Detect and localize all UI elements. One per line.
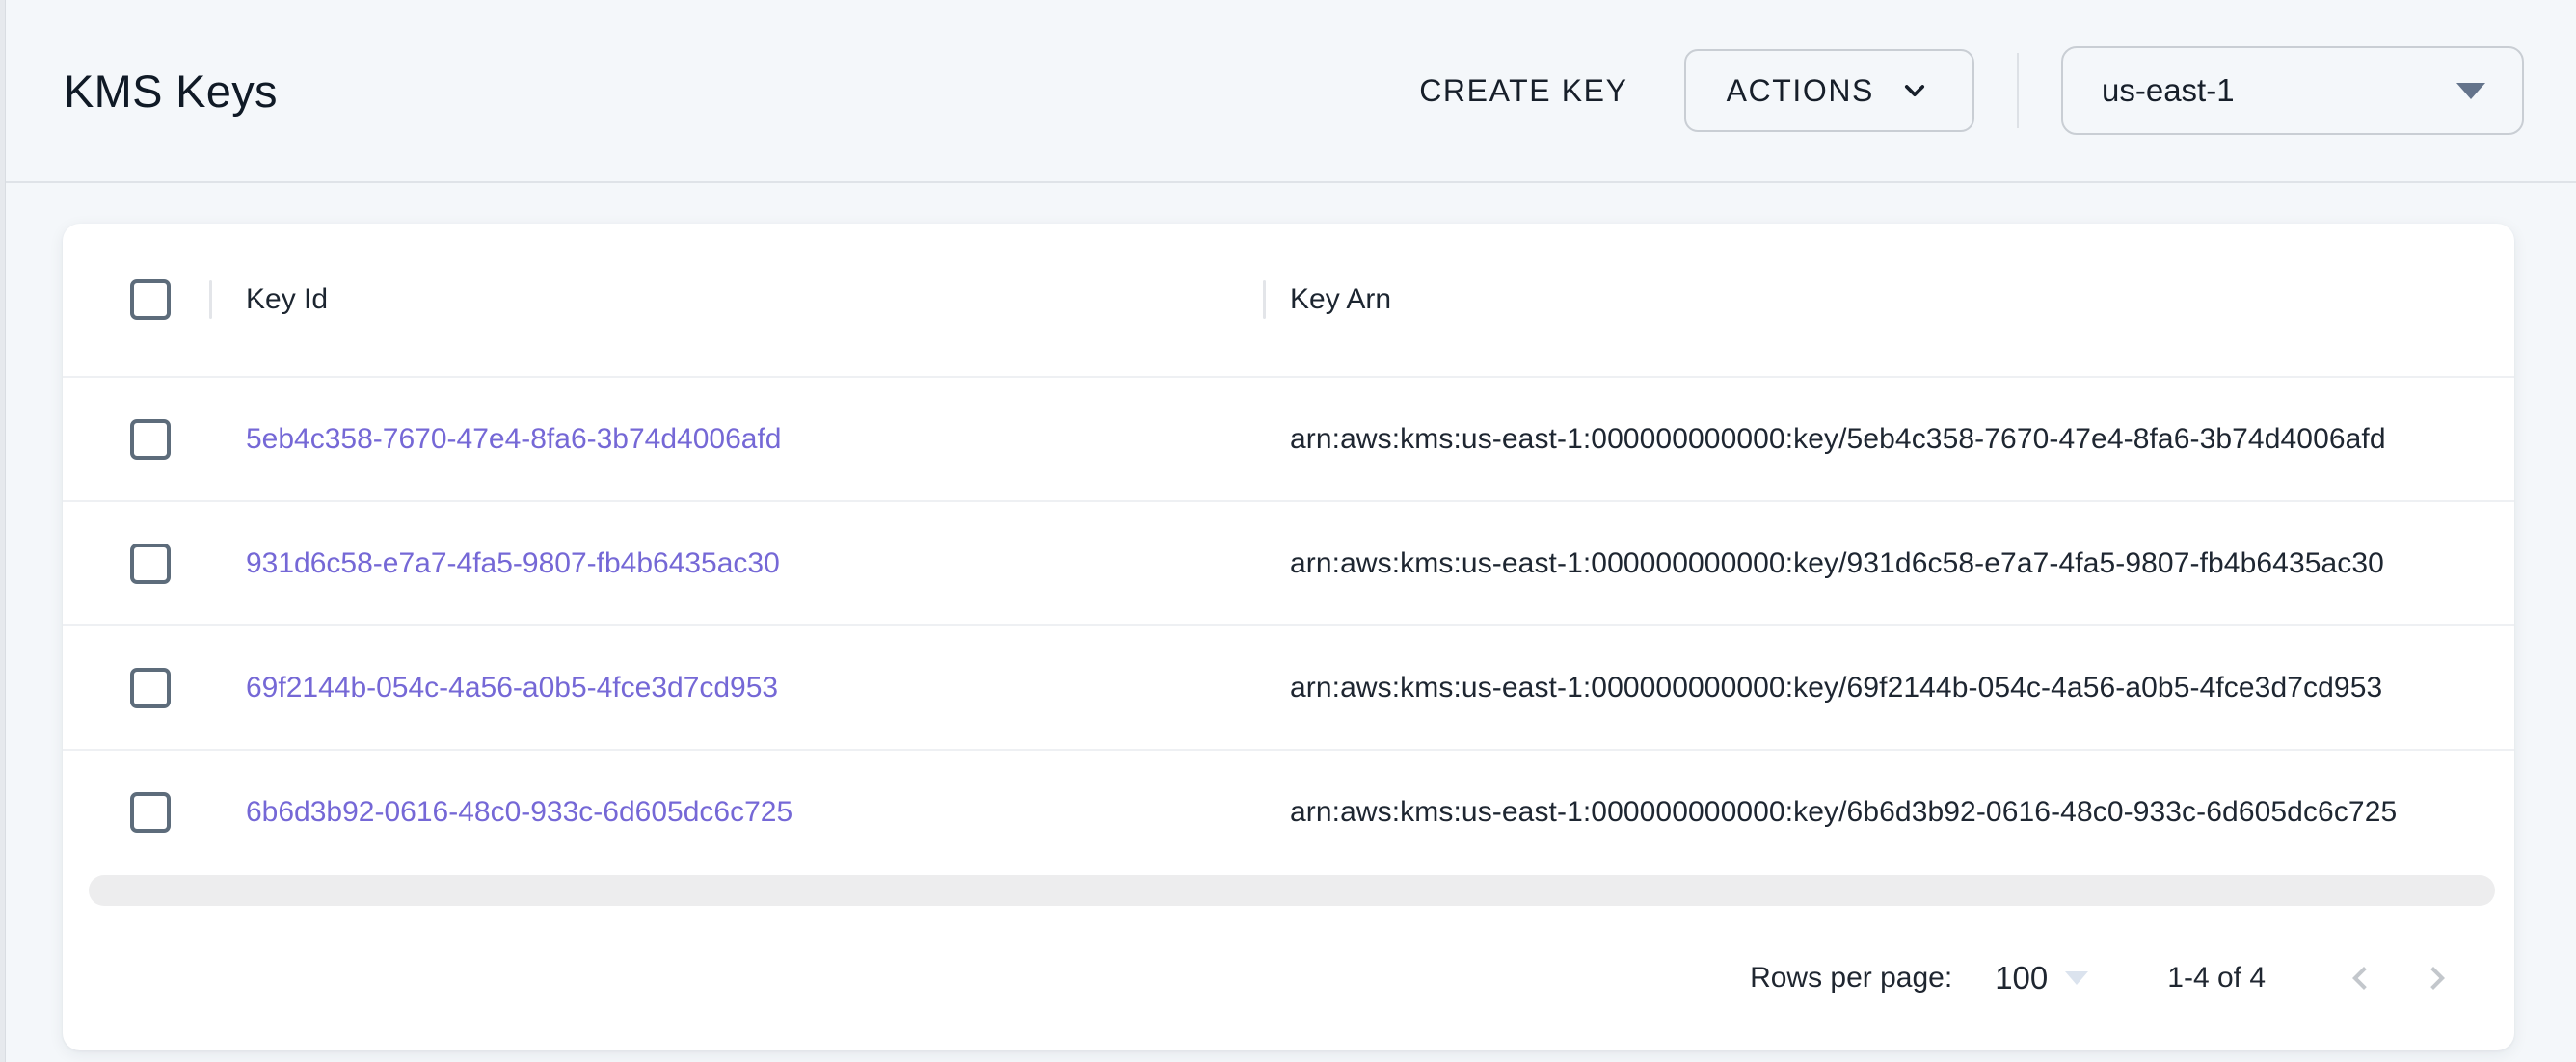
select-all-checkbox[interactable] bbox=[130, 279, 171, 320]
column-header-label: Key Id bbox=[246, 283, 328, 316]
column-header-label: Key Arn bbox=[1290, 283, 1391, 316]
pagination-range-label: 1-4 of 4 bbox=[2167, 962, 2266, 995]
row-checkbox-cell bbox=[63, 419, 209, 460]
column-header-key-id[interactable]: Key Id bbox=[209, 283, 1263, 316]
key-id-cell: 5eb4c358-7670-47e4-8fa6-3b74d4006afd bbox=[209, 423, 1263, 456]
rows-per-page-select[interactable]: 100 bbox=[1995, 960, 2088, 996]
horizontal-scrollbar[interactable] bbox=[89, 875, 2495, 906]
rows-per-page-label: Rows per page: bbox=[1750, 962, 1952, 995]
next-page-button[interactable] bbox=[2414, 955, 2460, 1001]
chevron-down-icon bbox=[1897, 73, 1932, 108]
key-id-cell: 6b6d3b92-0616-48c0-933c-6d605dc6c725 bbox=[209, 796, 1263, 829]
window-left-edge bbox=[0, 0, 6, 1062]
column-separator bbox=[209, 280, 212, 319]
key-arn-value: arn:aws:kms:us-east-1:000000000000:key/6… bbox=[1290, 672, 2382, 704]
key-id-link[interactable]: 931d6c58-e7a7-4fa5-9807-fb4b6435ac30 bbox=[246, 547, 780, 580]
row-checkbox[interactable] bbox=[130, 544, 171, 584]
row-checkbox[interactable] bbox=[130, 792, 171, 833]
key-arn-cell: arn:aws:kms:us-east-1:000000000000:key/9… bbox=[1263, 547, 2514, 580]
chevron-left-icon bbox=[2337, 955, 2383, 1001]
region-selector-value: us-east-1 bbox=[2102, 72, 2235, 109]
actions-button-label: ACTIONS bbox=[1727, 73, 1874, 109]
row-checkbox[interactable] bbox=[130, 668, 171, 708]
key-arn-cell: arn:aws:kms:us-east-1:000000000000:key/6… bbox=[1263, 796, 2514, 829]
kms-keys-table-card: Key Id Key Arn 5eb4c358-7670-47e4-8fa6-3… bbox=[63, 224, 2514, 1050]
key-id-link[interactable]: 5eb4c358-7670-47e4-8fa6-3b74d4006afd bbox=[246, 423, 781, 456]
key-arn-cell: arn:aws:kms:us-east-1:000000000000:key/6… bbox=[1263, 672, 2514, 704]
column-separator bbox=[1263, 280, 1266, 319]
key-arn-value: arn:aws:kms:us-east-1:000000000000:key/9… bbox=[1290, 547, 2384, 580]
key-arn-value: arn:aws:kms:us-east-1:000000000000:key/5… bbox=[1290, 423, 2386, 456]
table-row: 6b6d3b92-0616-48c0-933c-6d605dc6c725 arn… bbox=[63, 749, 2514, 873]
select-all-cell bbox=[63, 279, 209, 320]
key-id-link[interactable]: 6b6d3b92-0616-48c0-933c-6d605dc6c725 bbox=[246, 796, 792, 829]
key-arn-value: arn:aws:kms:us-east-1:000000000000:key/6… bbox=[1290, 796, 2397, 829]
page-header: KMS Keys CREATE KEY ACTIONS us-east-1 bbox=[0, 0, 2576, 183]
column-header-key-arn[interactable]: Key Arn bbox=[1263, 283, 2514, 316]
row-checkbox-cell bbox=[63, 544, 209, 584]
region-selector[interactable]: us-east-1 bbox=[2061, 46, 2524, 135]
key-arn-cell: arn:aws:kms:us-east-1:000000000000:key/5… bbox=[1263, 423, 2514, 456]
key-id-cell: 931d6c58-e7a7-4fa5-9807-fb4b6435ac30 bbox=[209, 547, 1263, 580]
table-row: 5eb4c358-7670-47e4-8fa6-3b74d4006afd arn… bbox=[63, 376, 2514, 500]
caret-down-icon bbox=[2456, 83, 2485, 99]
row-checkbox-cell bbox=[63, 668, 209, 708]
chevron-right-icon bbox=[2414, 955, 2460, 1001]
key-id-cell: 69f2144b-054c-4a56-a0b5-4fce3d7cd953 bbox=[209, 672, 1263, 704]
rows-per-page-value: 100 bbox=[1995, 960, 2048, 996]
table-row: 931d6c58-e7a7-4fa5-9807-fb4b6435ac30 arn… bbox=[63, 500, 2514, 624]
create-key-button[interactable]: CREATE KEY bbox=[1409, 73, 1637, 109]
pagination-bar: Rows per page: 100 1-4 of 4 bbox=[63, 906, 2514, 1050]
key-id-link[interactable]: 69f2144b-054c-4a56-a0b5-4fce3d7cd953 bbox=[246, 672, 778, 704]
page-title: KMS Keys bbox=[64, 65, 278, 118]
row-checkbox[interactable] bbox=[130, 419, 171, 460]
caret-down-icon bbox=[2065, 971, 2088, 985]
actions-button[interactable]: ACTIONS bbox=[1684, 49, 1974, 132]
toolbar: CREATE KEY ACTIONS us-east-1 bbox=[1409, 46, 2524, 135]
table-header-row: Key Id Key Arn bbox=[63, 224, 2514, 376]
toolbar-divider bbox=[2017, 53, 2019, 128]
table-row: 69f2144b-054c-4a56-a0b5-4fce3d7cd953 arn… bbox=[63, 624, 2514, 749]
row-checkbox-cell bbox=[63, 792, 209, 833]
previous-page-button[interactable] bbox=[2337, 955, 2383, 1001]
